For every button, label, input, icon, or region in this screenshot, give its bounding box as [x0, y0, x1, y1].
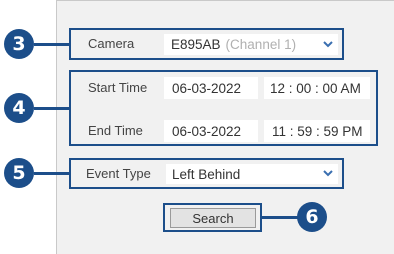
- callout-connector-4: [34, 107, 70, 110]
- callout-connector-3: [34, 43, 70, 46]
- camera-label: Camera: [88, 36, 135, 51]
- camera-channel: (Channel 1): [225, 37, 297, 52]
- search-button[interactable]: Search: [170, 208, 256, 228]
- callout-badge-4: 4: [4, 93, 34, 123]
- event-type-select[interactable]: Left Behind: [166, 164, 338, 184]
- start-date-input[interactable]: 06-03-2022: [164, 77, 258, 99]
- end-time-label: End Time: [88, 123, 143, 138]
- start-time-label: Start Time: [88, 80, 148, 95]
- chevron-down-icon[interactable]: [322, 39, 334, 49]
- camera-select[interactable]: E895AB (Channel 1): [164, 34, 338, 55]
- camera-value: E895AB: [171, 37, 221, 52]
- callout-connector-5: [34, 172, 70, 175]
- callout-badge-5: 5: [4, 158, 34, 188]
- event-type-label: Event Type: [86, 166, 151, 181]
- event-type-value: Left Behind: [172, 166, 241, 182]
- chevron-down-icon[interactable]: [322, 168, 334, 178]
- end-time-input[interactable]: 11 : 59 : 59 PM: [264, 120, 370, 142]
- end-date-input[interactable]: 06-03-2022: [164, 120, 258, 142]
- callout-badge-6: 6: [297, 202, 327, 232]
- callout-badge-3: 3: [4, 29, 34, 59]
- callout-connector-6: [262, 216, 298, 219]
- start-time-input[interactable]: 12 : 00 : 00 AM: [264, 77, 370, 99]
